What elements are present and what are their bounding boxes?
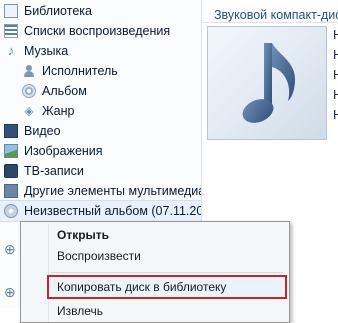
- nav-item-label: Изображения: [24, 144, 103, 158]
- nav-item-label: Списки воспроизведения: [24, 24, 171, 38]
- nav-item-label: Библиотека: [24, 4, 92, 18]
- track-title-fragment[interactable]: Н: [333, 107, 338, 122]
- nav-item-artist[interactable]: Исполнитель: [22, 61, 201, 81]
- nav-item-music[interactable]: ♪ Музыка: [4, 41, 201, 61]
- menu-item-eject[interactable]: Извлечь: [49, 301, 285, 321]
- nav-item-label: Видео: [24, 124, 61, 138]
- nav-item-label: ТВ-записи: [24, 164, 84, 178]
- nav-item-playlists[interactable]: Списки воспроизведения: [4, 21, 201, 41]
- nav-item-audio-cd[interactable]: Неизвестный альбом (07.11.2011: [0, 200, 202, 222]
- nav-item-video[interactable]: Видео: [4, 121, 201, 141]
- menu-item-rip-cd[interactable]: Копировать диск в библиотеку: [47, 275, 287, 299]
- playlist-icon: [4, 24, 18, 38]
- track-title-fragment[interactable]: Н: [333, 67, 338, 82]
- menu-item-play[interactable]: Воспроизвести: [49, 246, 285, 266]
- album-header[interactable]: Звуковой компакт-диск: [202, 0, 338, 23]
- nav-item-label: Альбом: [42, 84, 87, 98]
- album-art[interactable]: [207, 26, 327, 140]
- nav-item-label: Музыка: [24, 44, 69, 58]
- nav-item-label: Неизвестный альбом (07.11.2011: [24, 204, 202, 218]
- artist-icon: [22, 64, 36, 78]
- pin-icon: ⊕: [4, 241, 16, 257]
- nav-item-label: Жанр: [42, 104, 75, 118]
- track-title-fragment[interactable]: Н: [333, 27, 338, 42]
- album-icon: [22, 84, 36, 98]
- music-note-icon: ♪: [7, 43, 15, 58]
- media-icon: [4, 184, 18, 198]
- library-icon: [4, 4, 18, 18]
- music-note-icon: [242, 43, 296, 123]
- menu-separator: [51, 272, 283, 273]
- nav-item-tv[interactable]: ТВ-записи: [4, 161, 201, 181]
- video-icon: [4, 124, 18, 138]
- pictures-icon: [4, 144, 18, 158]
- nav-item-genre[interactable]: ◈ Жанр: [22, 101, 201, 121]
- track-title-fragment[interactable]: Н: [333, 47, 338, 62]
- nav-item-library[interactable]: Библиотека: [4, 1, 201, 21]
- nav-item-label: Другие элементы мультимедиа: [24, 184, 202, 198]
- nav-item-label: Исполнитель: [42, 64, 118, 78]
- nav-item-other-media[interactable]: Другие элементы мультимедиа: [4, 181, 202, 201]
- menu-item-open[interactable]: Открыть: [49, 225, 285, 245]
- media-icon: ⊕: [4, 284, 16, 300]
- nav-item-pictures[interactable]: Изображения: [4, 141, 201, 161]
- cd-icon: [4, 204, 18, 218]
- genre-icon: ◈: [24, 104, 34, 118]
- tv-icon: [4, 164, 18, 178]
- nav-item-album[interactable]: Альбом: [22, 81, 201, 101]
- track-title-fragment[interactable]: Н: [333, 87, 338, 102]
